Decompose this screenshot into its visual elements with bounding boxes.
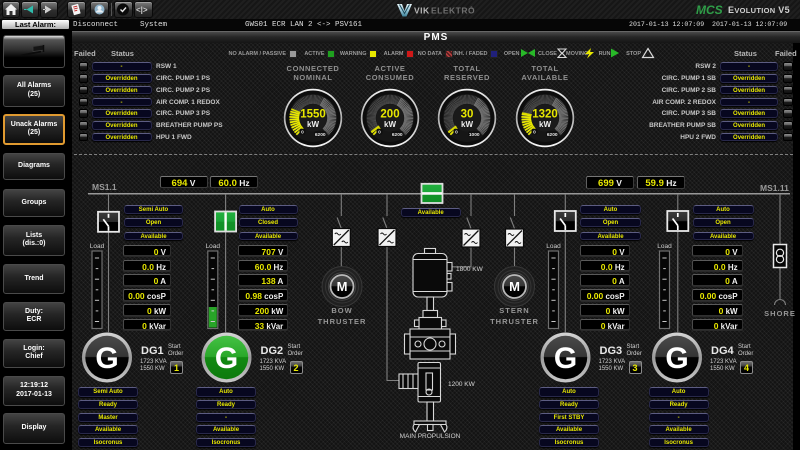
svg-text:30: 30 <box>461 109 474 121</box>
svg-text:1000: 1000 <box>469 132 480 138</box>
svg-text:G: G <box>95 342 118 375</box>
svg-text:kW: kW <box>384 120 396 129</box>
svg-text:0: 0 <box>533 130 536 136</box>
svg-text:kW: kW <box>461 120 473 129</box>
svg-text:M: M <box>337 279 348 294</box>
svg-text:M: M <box>509 279 520 294</box>
svg-text:kW: kW <box>307 120 319 129</box>
svg-text:G: G <box>554 342 577 375</box>
svg-text:1320: 1320 <box>532 109 558 121</box>
svg-text:0: 0 <box>378 130 381 136</box>
svg-text:6200: 6200 <box>315 132 326 138</box>
svg-text:G: G <box>665 342 688 375</box>
svg-text:kW: kW <box>539 120 551 129</box>
svg-text:0: 0 <box>301 130 304 136</box>
svg-text:1550: 1550 <box>300 109 326 121</box>
svg-text:200: 200 <box>380 109 399 121</box>
svg-text:6200: 6200 <box>392 132 403 138</box>
svg-text:G: G <box>215 342 238 375</box>
svg-text:0: 0 <box>455 130 458 136</box>
svg-text:6200: 6200 <box>547 132 558 138</box>
